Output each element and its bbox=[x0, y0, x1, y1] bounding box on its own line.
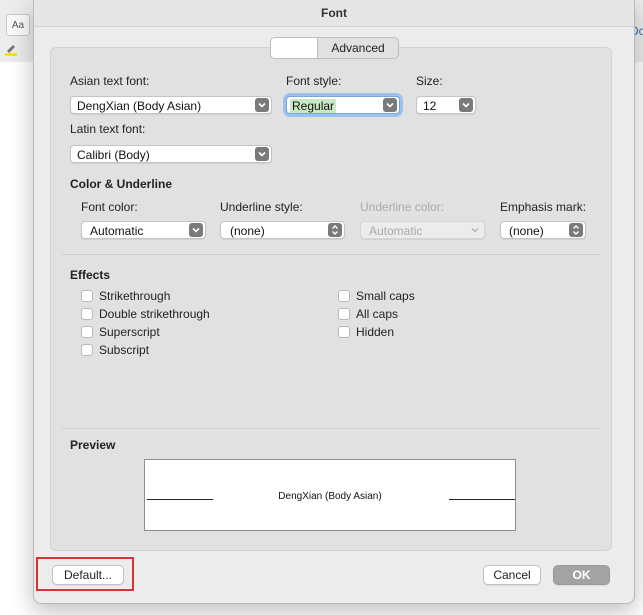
dialog-title: Font bbox=[34, 0, 634, 27]
size-select[interactable]: 12 bbox=[416, 96, 476, 114]
checkbox-label: Superscript bbox=[99, 325, 160, 339]
emphasis-mark-value: (none) bbox=[509, 224, 544, 238]
underline-style-value: (none) bbox=[230, 224, 265, 238]
effects-heading: Effects bbox=[70, 268, 111, 282]
checkbox-label: Small caps bbox=[356, 289, 415, 303]
checkbox-label: Subscript bbox=[99, 343, 150, 357]
checkbox-box[interactable] bbox=[81, 290, 93, 302]
font-dialog: Font Advanced Asian text font: DengXian … bbox=[33, 0, 635, 604]
tab-advanced[interactable]: Advanced bbox=[317, 38, 398, 58]
latin-font-label: Latin text font: bbox=[70, 122, 146, 136]
font-style-label: Font style: bbox=[286, 74, 342, 88]
chevron-down-icon bbox=[189, 223, 203, 237]
change-case-icon[interactable]: Aa bbox=[6, 14, 30, 36]
emphasis-mark-select[interactable]: (none) bbox=[500, 221, 586, 239]
underline-color-label: Underline color: bbox=[360, 200, 445, 214]
checkbox-box[interactable] bbox=[338, 308, 350, 320]
size-label: Size: bbox=[416, 74, 443, 88]
color-underline-heading: Color & Underline bbox=[70, 177, 173, 191]
chevron-down-icon bbox=[255, 147, 269, 161]
cancel-button[interactable]: Cancel bbox=[483, 565, 541, 585]
font-color-select[interactable]: Automatic bbox=[81, 221, 206, 239]
preview-sample-text: DengXian (Body Asian) bbox=[278, 491, 382, 502]
highlighter-icon[interactable] bbox=[4, 42, 18, 56]
font-color-value: Automatic bbox=[90, 224, 144, 238]
checkbox-label: Double strikethrough bbox=[99, 307, 210, 321]
checkbox-label: All caps bbox=[356, 307, 399, 321]
tab-bar: Advanced bbox=[270, 37, 399, 59]
chevron-down-icon bbox=[383, 98, 397, 112]
asian-font-select[interactable]: DengXian (Body Asian) bbox=[70, 96, 272, 114]
checkbox-box[interactable] bbox=[81, 308, 93, 320]
asian-font-label: Asian text font: bbox=[70, 74, 150, 88]
chevron-down-icon bbox=[459, 98, 473, 112]
latin-font-value: Calibri (Body) bbox=[77, 148, 150, 162]
underline-style-label: Underline style: bbox=[220, 200, 303, 214]
checkbox-box[interactable] bbox=[81, 344, 93, 356]
font-color-label: Font color: bbox=[81, 200, 138, 214]
up-down-chevron-icon bbox=[328, 223, 342, 237]
underline-color-select: Automatic bbox=[360, 221, 485, 239]
chevron-down-icon bbox=[255, 98, 269, 112]
separator bbox=[62, 428, 600, 429]
annotation-highlight-box bbox=[36, 557, 134, 591]
font-style-value: Regular bbox=[290, 99, 337, 113]
underline-style-select[interactable]: (none) bbox=[220, 221, 345, 239]
up-down-chevron-icon bbox=[569, 223, 583, 237]
separator bbox=[62, 254, 600, 255]
checkbox-label: Strikethrough bbox=[99, 289, 171, 303]
ok-button[interactable]: OK bbox=[553, 565, 610, 585]
latin-font-select[interactable]: Calibri (Body) bbox=[70, 145, 272, 163]
preview-pane: DengXian (Body Asian) bbox=[144, 459, 516, 531]
tab-font[interactable] bbox=[271, 38, 317, 58]
font-style-select[interactable]: Regular bbox=[286, 96, 400, 114]
checkbox-label: Hidden bbox=[356, 325, 395, 339]
size-value: 12 bbox=[423, 99, 437, 113]
chevron-down-icon bbox=[468, 223, 482, 237]
checkbox-box[interactable] bbox=[338, 290, 350, 302]
checkbox-box[interactable] bbox=[81, 326, 93, 338]
underline-color-value: Automatic bbox=[369, 224, 423, 238]
emphasis-mark-label: Emphasis mark: bbox=[500, 200, 587, 214]
checkbox-box[interactable] bbox=[338, 326, 350, 338]
asian-font-value: DengXian (Body Asian) bbox=[77, 99, 202, 113]
preview-heading: Preview bbox=[70, 438, 116, 452]
